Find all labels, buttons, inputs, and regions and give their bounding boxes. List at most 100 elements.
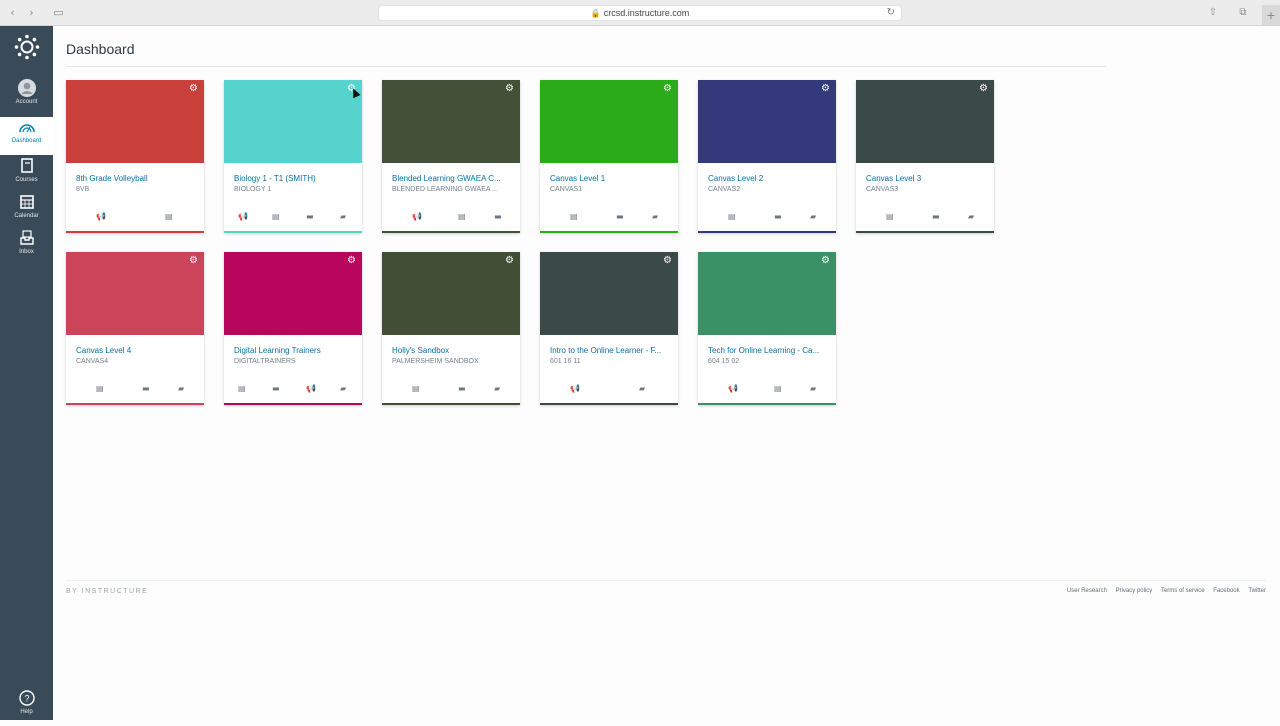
- course-card[interactable]: ⚙ Blended Learning GWAEA C... BLENDED LEAR…: [382, 80, 520, 233]
- nav-item-courses[interactable]: Courses: [0, 156, 53, 194]
- assignment-icon[interactable]: ▤: [96, 384, 104, 394]
- announcement-icon[interactable]: 📢: [238, 212, 248, 222]
- folder-icon[interactable]: ▰: [968, 212, 974, 222]
- canvas-logo-icon[interactable]: [14, 34, 40, 60]
- gear-icon[interactable]: ⚙: [663, 84, 672, 94]
- course-card[interactable]: ⚙ Intro to the Online Learner - F... 601 1…: [540, 252, 678, 405]
- announcement-icon[interactable]: 📢: [412, 212, 422, 222]
- announcement-icon[interactable]: 📢: [306, 384, 316, 394]
- assignment-icon[interactable]: ▤: [728, 212, 736, 222]
- footer-link-facebook[interactable]: Facebook: [1213, 588, 1239, 594]
- nav-item-dashboard[interactable]: Dashboard: [0, 117, 53, 155]
- course-card-title[interactable]: Tech for Online Learning - Ca...: [708, 346, 832, 355]
- folder-icon[interactable]: ▰: [639, 384, 645, 394]
- address-bar[interactable]: 🔒 crcsd.instructure.com ↻: [378, 5, 902, 21]
- folder-icon[interactable]: ▰: [178, 384, 184, 394]
- gear-icon[interactable]: ⚙: [347, 256, 356, 266]
- nav-item-calendar[interactable]: Calendar: [0, 192, 53, 230]
- assignment-icon[interactable]: ▤: [570, 212, 578, 222]
- assignment-icon[interactable]: ▤: [272, 212, 280, 222]
- share-icon[interactable]: ⇧: [1203, 5, 1223, 20]
- gear-icon[interactable]: ⚙: [821, 256, 830, 266]
- assignment-icon[interactable]: ▤: [458, 212, 466, 222]
- course-card-hero[interactable]: [66, 252, 204, 335]
- course-card-title[interactable]: Canvas Level 2: [708, 174, 832, 183]
- course-card-hero[interactable]: [856, 80, 994, 163]
- footer-link-user-research[interactable]: User Research: [1067, 588, 1107, 594]
- assignment-icon[interactable]: ▤: [886, 212, 894, 222]
- course-card-hero[interactable]: [540, 252, 678, 335]
- gear-icon[interactable]: ⚙: [663, 256, 672, 266]
- gear-icon[interactable]: ⚙: [189, 84, 198, 94]
- courses-icon: [20, 158, 33, 173]
- course-card-title[interactable]: Digital Learning Trainers: [234, 346, 358, 355]
- course-card-title[interactable]: Canvas Level 3: [866, 174, 990, 183]
- discussion-icon[interactable]: ▬: [458, 384, 466, 394]
- gear-icon[interactable]: ⚙: [189, 256, 198, 266]
- course-card-hero[interactable]: [382, 80, 520, 163]
- course-card-hero[interactable]: [540, 80, 678, 163]
- folder-icon[interactable]: ▰: [494, 384, 500, 394]
- course-card-title[interactable]: Blended Learning GWAEA C...: [392, 174, 516, 183]
- course-card-hero[interactable]: [224, 252, 362, 335]
- back-icon[interactable]: ‹: [4, 5, 21, 20]
- folder-icon[interactable]: ▰: [340, 212, 346, 222]
- forward-icon[interactable]: ›: [23, 5, 40, 20]
- footer-link-terms[interactable]: Terms of service: [1161, 588, 1205, 594]
- assignment-icon[interactable]: ▤: [412, 384, 420, 394]
- assignment-icon[interactable]: ▤: [774, 384, 782, 394]
- course-card-hero[interactable]: [698, 252, 836, 335]
- footer-link-privacy[interactable]: Privacy policy: [1116, 588, 1153, 594]
- course-card-title[interactable]: Holly's Sandbox: [392, 346, 516, 355]
- announcement-icon[interactable]: 📢: [728, 384, 738, 394]
- footer-link-twitter[interactable]: Twitter: [1248, 588, 1266, 594]
- course-card-title[interactable]: Canvas Level 1: [550, 174, 674, 183]
- discussion-icon[interactable]: ▬: [142, 384, 150, 394]
- course-card[interactable]: ⚙ Digital Learning Trainers DIGITALTRAINER…: [224, 252, 362, 405]
- course-card[interactable]: ⚙ Holly's Sandbox PALMERSHEIM SANDBOX ▤ ▬ ▰: [382, 252, 520, 405]
- discussion-icon[interactable]: ▬: [272, 384, 280, 394]
- folder-icon[interactable]: ▰: [340, 384, 346, 394]
- assignment-icon[interactable]: ▤: [238, 384, 246, 394]
- discussion-icon[interactable]: ▬: [774, 212, 782, 222]
- folder-icon[interactable]: ▰: [810, 384, 816, 394]
- course-card-hero[interactable]: [224, 80, 362, 163]
- nav-item-account[interactable]: Account: [0, 78, 53, 116]
- folder-icon[interactable]: ▰: [810, 212, 816, 222]
- reload-icon[interactable]: ↻: [887, 6, 895, 20]
- announcement-icon[interactable]: 📢: [96, 212, 106, 222]
- discussion-icon[interactable]: ▬: [616, 212, 624, 222]
- nav-item-inbox[interactable]: Inbox: [0, 228, 53, 266]
- course-card-title[interactable]: 8th Grade Volleyball: [76, 174, 200, 183]
- global-navigation: Account Dashboard Courses Calendar Inbox…: [0, 26, 53, 720]
- course-card-hero[interactable]: [382, 252, 520, 335]
- course-card-hero[interactable]: [698, 80, 836, 163]
- course-card[interactable]: ⚙ Biology 1 - T1 (SMITH) BIOLOGY 1 📢 ▤ ▬ ▰: [224, 80, 362, 233]
- course-card-title[interactable]: Canvas Level 4: [76, 346, 200, 355]
- discussion-icon[interactable]: ▬: [932, 212, 940, 222]
- sidebar-toggle-icon[interactable]: ▭: [50, 5, 67, 20]
- course-card-title[interactable]: Intro to the Online Learner - F...: [550, 346, 674, 355]
- course-card[interactable]: ⚙ 8th Grade Volleyball 8VB 📢 ▤: [66, 80, 204, 233]
- nav-item-help[interactable]: ? Help: [0, 688, 53, 726]
- course-card-code: 8VB: [76, 186, 90, 193]
- tabs-icon[interactable]: ⧉: [1233, 5, 1253, 20]
- folder-icon[interactable]: ▰: [652, 212, 658, 222]
- announcement-icon[interactable]: 📢: [570, 384, 580, 394]
- new-tab-icon[interactable]: +: [1262, 5, 1280, 25]
- course-card[interactable]: ⚙ Canvas Level 3 CANVAS3 ▤ ▬ ▰: [856, 80, 994, 233]
- discussion-icon[interactable]: ▬: [494, 212, 502, 222]
- course-card-title[interactable]: Biology 1 - T1 (SMITH): [234, 174, 358, 183]
- course-card[interactable]: ⚙ Canvas Level 2 CANVAS2 ▤ ▬ ▰: [698, 80, 836, 233]
- discussion-icon[interactable]: ▬: [306, 212, 314, 222]
- gear-icon[interactable]: ⚙: [821, 84, 830, 94]
- gear-icon[interactable]: ⚙: [505, 256, 514, 266]
- assignment-icon[interactable]: ▤: [165, 212, 173, 222]
- gear-icon[interactable]: ⚙: [979, 84, 988, 94]
- course-card-hero[interactable]: [66, 80, 204, 163]
- gear-icon[interactable]: ⚙: [505, 84, 514, 94]
- course-card[interactable]: ⚙ Canvas Level 1 CANVAS1 ▤ ▬ ▰: [540, 80, 678, 233]
- course-card[interactable]: ⚙ Canvas Level 4 CANVAS4 ▤ ▬ ▰: [66, 252, 204, 405]
- course-card[interactable]: ⚙ Tech for Online Learning - Ca... 604 15 …: [698, 252, 836, 405]
- course-card-actions: ▤ ▬ 📢 ▰: [224, 384, 362, 396]
